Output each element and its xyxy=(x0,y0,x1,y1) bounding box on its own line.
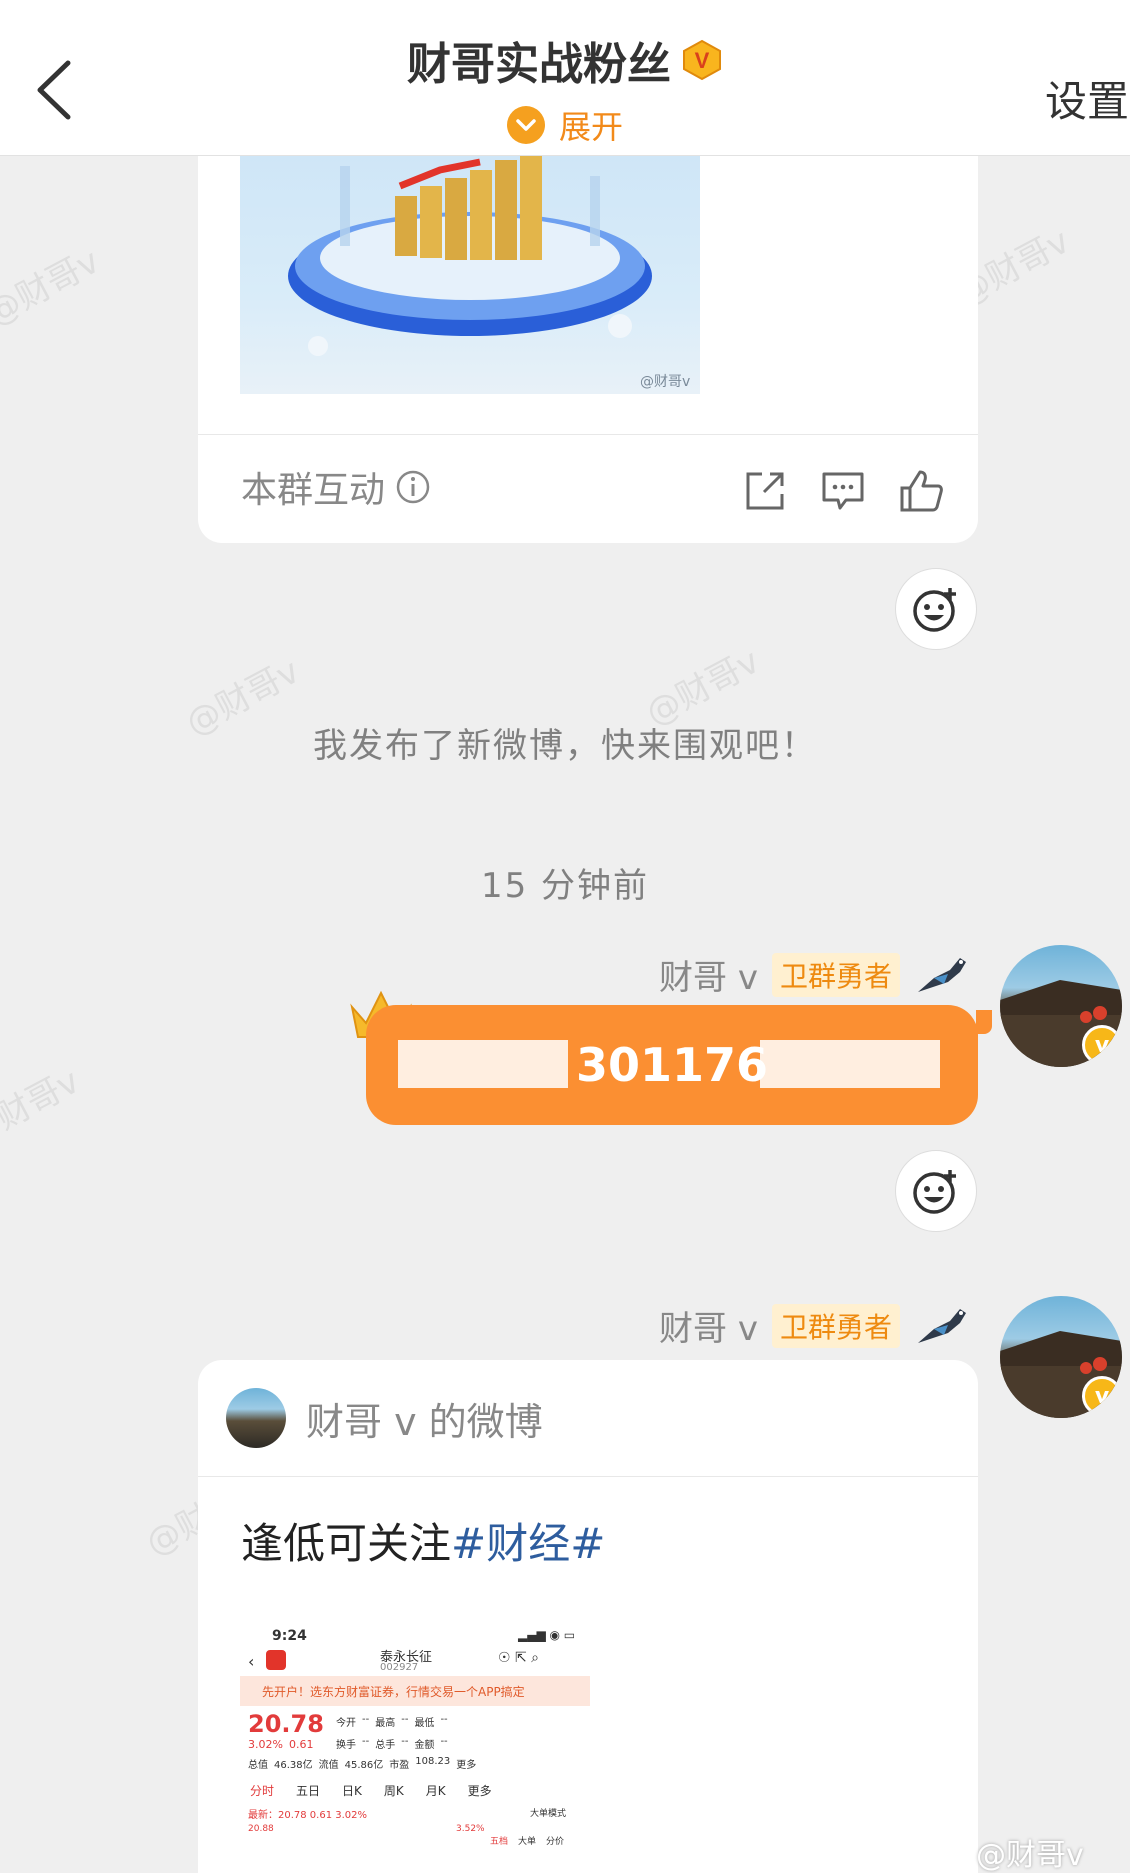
promo-banner: 先开户！选东方财富证券，行情交易一个APP搞定 xyxy=(240,1676,590,1706)
svg-text:V: V xyxy=(695,48,710,73)
share-icon[interactable] xyxy=(742,468,788,514)
tab-more[interactable]: 更多 xyxy=(468,1782,492,1799)
quote-row-2: 换手 -- 总手 -- 金额 -- xyxy=(336,1736,448,1751)
stock-change: 3.02% 0.61 xyxy=(248,1738,314,1751)
group-interaction-label: 本群互动 xyxy=(241,470,386,511)
emoji-add-icon xyxy=(913,1170,956,1214)
footer-watermark: @财哥v xyxy=(976,1838,1084,1873)
weibo-share-card[interactable]: 财哥 v 的微博 逢低可关注#财经# 9:24 ▂▄▆ ◉ ▭ ‹ 泰永长征 0… xyxy=(198,1360,978,1873)
divider xyxy=(198,434,978,435)
tab-weekly[interactable]: 周K xyxy=(384,1782,404,1799)
tab-intraday[interactable]: 分时 xyxy=(250,1782,274,1799)
image-watermark: @财哥v xyxy=(640,374,690,390)
chart-tabs[interactable]: 分时 五日 日K 周K 月K 更多 xyxy=(250,1782,492,1799)
verified-icon: v xyxy=(1082,1025,1122,1065)
like-icon[interactable] xyxy=(898,468,944,514)
chevron-down-icon xyxy=(506,106,545,144)
stock-code: 002927 xyxy=(380,1662,419,1673)
group-interaction[interactable]: 本群互动 xyxy=(241,461,431,513)
axis-top: 20.88 xyxy=(248,1824,274,1834)
quote-row-3: 总值 46.38亿 流值 45.86亿 市盈 108.23 更多 xyxy=(248,1756,477,1771)
post-image: @财哥v xyxy=(240,156,700,394)
expand-button[interactable]: 展开 xyxy=(0,102,1130,148)
time-divider: 15 分钟前 xyxy=(480,866,650,906)
redaction xyxy=(398,1040,568,1088)
message-sender-row: 财哥 v 卫群勇者 xyxy=(659,1301,970,1350)
info-icon[interactable] xyxy=(395,469,431,505)
magpie-icon xyxy=(918,1308,966,1343)
weibo-body: 逢低可关注 xyxy=(241,1519,452,1568)
tab-monthly[interactable]: 月K xyxy=(426,1782,446,1799)
stock-screenshot[interactable]: 9:24 ▂▄▆ ◉ ▭ ‹ 泰永长征 002927 ☉ ⇱ ⌕ 先开户！选东方… xyxy=(240,1610,590,1873)
source-avatar xyxy=(226,1388,286,1448)
chat-header: 财哥实战粉丝 V 展开 设置 xyxy=(0,0,1130,156)
add-reaction-button[interactable] xyxy=(895,568,977,650)
system-message: 我发布了新微博，快来围观吧！ xyxy=(313,726,817,766)
promo-text: 先开户！选东方财富证券，行情交易一个APP搞定 xyxy=(262,1684,525,1699)
sub-tabs: 五档 大单 分价 xyxy=(490,1837,565,1847)
watermark: @财哥v xyxy=(0,241,107,334)
tab-daily[interactable]: 日K xyxy=(342,1782,362,1799)
expand-label: 展开 xyxy=(558,108,623,146)
group-title: 财哥实战粉丝 V xyxy=(407,28,723,92)
weibo-source: 财哥 v 的微博 xyxy=(226,1388,543,1448)
comment-icon[interactable] xyxy=(820,468,866,514)
sender-name: 财哥 v xyxy=(659,958,758,998)
chevron-left-icon: ‹ xyxy=(248,1652,255,1671)
weibo-source-label: 财哥 v 的微博 xyxy=(306,1399,543,1444)
axis-pct: 3.52% xyxy=(456,1824,485,1834)
role-badge: 卫群勇者 xyxy=(771,1303,900,1348)
message-sender-row: 财哥 v 卫群勇者 xyxy=(659,950,970,999)
emoji-add-icon xyxy=(913,588,956,632)
quote-row-1: 今开 -- 最高 -- 最低 -- xyxy=(336,1714,448,1729)
verified-icon: v xyxy=(1082,1376,1122,1416)
settings-button[interactable]: 设置 xyxy=(1045,68,1129,129)
add-reaction-button[interactable] xyxy=(895,1150,977,1232)
divider xyxy=(198,1476,978,1477)
weibo-text: 逢低可关注#财经# xyxy=(241,1510,605,1571)
redaction xyxy=(760,1040,940,1088)
app-logo-icon xyxy=(266,1650,286,1670)
shared-post-card[interactable]: @财哥v 本群互动 xyxy=(198,156,978,543)
latest-line: 最新：20.78 0.61 3.02% xyxy=(248,1810,368,1821)
bubble-tail xyxy=(976,1010,992,1034)
sender-name: 财哥 v xyxy=(659,1309,758,1349)
status-time: 9:24 xyxy=(272,1628,307,1644)
magpie-icon xyxy=(918,957,966,992)
message-text: 301176 xyxy=(575,1038,769,1092)
sender-avatar[interactable]: v xyxy=(1000,945,1122,1067)
sender-avatar[interactable]: v xyxy=(1000,1296,1122,1418)
watermark: @财哥v xyxy=(0,1061,87,1154)
hashtag-link[interactable]: #财经# xyxy=(451,1519,605,1568)
status-icons: ▂▄▆ ◉ ▭ xyxy=(518,1628,576,1642)
vip-badge-icon: V xyxy=(683,39,721,81)
mode-label: 大单模式 xyxy=(530,1809,567,1819)
tab-5day[interactable]: 五日 xyxy=(296,1782,320,1799)
role-badge: 卫群勇者 xyxy=(771,952,900,997)
group-name: 财哥实战粉丝 xyxy=(407,39,671,90)
toolbar-icons: ☉ ⇱ ⌕ xyxy=(498,1650,540,1666)
stock-price: 20.78 xyxy=(248,1710,324,1738)
growth-chart-illustration: @财哥v xyxy=(288,156,690,390)
